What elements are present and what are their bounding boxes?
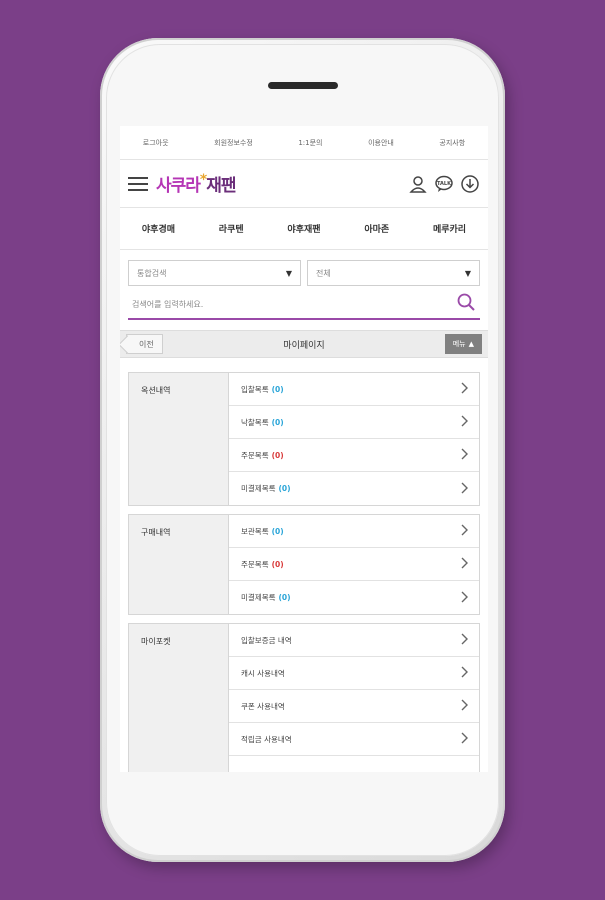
item-label: 미결제목록	[241, 593, 276, 602]
item-count: (0)	[271, 559, 284, 569]
section-label: 구매내역	[129, 515, 229, 614]
talk-icon[interactable]: TALK	[434, 174, 454, 194]
item-label: 미결제목록	[241, 484, 276, 493]
logo-star: *	[199, 172, 207, 188]
caret-up-icon: ▲	[468, 340, 474, 348]
list-item-cash-history[interactable]: 캐시 사용내역	[229, 657, 479, 690]
item-label: 주문목록	[241, 559, 269, 569]
chevron-right-icon	[461, 448, 469, 462]
section-items: 보관목록 (0) 주문목록 (0) 미결제목록 (0)	[229, 515, 479, 614]
page-title-bar: 이전 마이페이지 메뉴 ▲	[120, 330, 488, 358]
section-label: 마이포켓	[129, 624, 229, 772]
search-bar	[128, 290, 480, 320]
app-header: 사쿠라*재팬 TALK	[120, 160, 488, 208]
item-label: 낙찰목록	[241, 417, 269, 427]
item-label: 보관목록	[241, 526, 269, 536]
search-icon[interactable]	[456, 292, 476, 316]
category-tab-rakuten[interactable]: 라쿠텐	[219, 222, 244, 235]
chevron-right-icon	[461, 482, 469, 496]
category-tab-yahoo-auction[interactable]: 야후경매	[142, 222, 175, 235]
list-item[interactable]	[229, 756, 479, 772]
utility-bar: 로그아웃 회원정보수정 1:1문의 이용안내 공지사항	[120, 126, 488, 160]
phone-speaker	[268, 82, 338, 89]
list-item-won-list[interactable]: 낙찰목록 (0)	[229, 406, 479, 439]
item-count: (0)	[278, 593, 291, 602]
menu-button-label: 메뉴	[452, 340, 466, 348]
category-tab-amazon[interactable]: 아마존	[364, 222, 389, 235]
notice-link[interactable]: 공지사항	[439, 138, 465, 148]
search-area: 통합검색 ▼ 전체 ▼	[120, 250, 488, 320]
search-input[interactable]	[132, 299, 456, 309]
search-scope-select[interactable]: 전체 ▼	[307, 260, 480, 286]
chevron-down-icon: ▼	[464, 268, 471, 278]
chevron-right-icon	[461, 557, 469, 571]
item-count: (0)	[278, 484, 291, 493]
chevron-right-icon	[461, 732, 469, 746]
item-label: 캐시 사용내역	[241, 668, 285, 678]
list-item-storage-list[interactable]: 보관목록 (0)	[229, 515, 479, 548]
menu-button[interactable]: 메뉴 ▲	[444, 334, 482, 354]
category-nav: 야후경매 라쿠텐 야후재팬 아마존 메루카리	[120, 208, 488, 250]
brand-logo[interactable]: 사쿠라*재팬	[156, 171, 237, 196]
mypage-sections: 옥션내역 입찰목록 (0) 낙찰목록 (0) 주문목록 (0) 미결제목록 (0…	[120, 358, 488, 772]
item-label: 쿠폰 사용내역	[241, 701, 285, 711]
hamburger-menu-icon[interactable]	[128, 176, 148, 191]
usage-guide-link[interactable]: 이용안내	[368, 138, 394, 148]
item-count: (0)	[271, 450, 284, 460]
chevron-right-icon	[461, 666, 469, 680]
section-my-pocket: 마이포켓 입찰보증금 내역 캐시 사용내역 쿠폰 사용내역 적립금 사용내역	[128, 623, 480, 772]
svg-text:TALK: TALK	[437, 181, 452, 187]
list-item-order-list[interactable]: 주문목록 (0)	[229, 548, 479, 581]
list-item-unpaid-list[interactable]: 미결제목록 (0)	[229, 581, 479, 614]
item-count: (0)	[271, 417, 284, 427]
section-label: 옥션내역	[129, 373, 229, 505]
item-label: 입찰목록	[241, 384, 269, 394]
inquiry-link[interactable]: 1:1문의	[298, 138, 322, 148]
back-button[interactable]: 이전	[126, 334, 163, 354]
user-icon[interactable]	[408, 174, 428, 194]
search-select-row: 통합검색 ▼ 전체 ▼	[128, 260, 480, 286]
list-item-coupon-history[interactable]: 쿠폰 사용내역	[229, 690, 479, 723]
item-label: 적립금 사용내역	[241, 734, 292, 744]
logout-link[interactable]: 로그아웃	[143, 138, 169, 148]
list-item-unpaid-list[interactable]: 미결제목록 (0)	[229, 472, 479, 505]
list-item-bid-list[interactable]: 입찰목록 (0)	[229, 373, 479, 406]
chevron-right-icon	[461, 415, 469, 429]
chevron-right-icon	[461, 382, 469, 396]
list-item-order-list[interactable]: 주문목록 (0)	[229, 439, 479, 472]
chevron-right-icon	[461, 524, 469, 538]
item-count: (0)	[271, 384, 284, 394]
section-auction-history: 옥션내역 입찰목록 (0) 낙찰목록 (0) 주문목록 (0) 미결제목록 (0…	[128, 372, 480, 506]
category-tab-mercari[interactable]: 메루카리	[433, 222, 466, 235]
download-icon[interactable]	[460, 174, 480, 194]
search-scope-value: 전체	[316, 268, 331, 278]
chevron-right-icon	[461, 633, 469, 647]
item-count: (0)	[271, 526, 284, 536]
item-label: 주문목록	[241, 450, 269, 460]
header-icons: TALK	[408, 174, 480, 194]
item-label: 입찰보증금 내역	[241, 635, 292, 645]
search-type-value: 통합검색	[137, 268, 167, 278]
logo-text-2: 재팬	[206, 176, 236, 196]
section-purchase-history: 구매내역 보관목록 (0) 주문목록 (0) 미결제목록 (0)	[128, 514, 480, 615]
list-item-bid-deposit-history[interactable]: 입찰보증금 내역	[229, 624, 479, 657]
chevron-right-icon	[461, 699, 469, 713]
section-items: 입찰보증금 내역 캐시 사용내역 쿠폰 사용내역 적립금 사용내역	[229, 624, 479, 772]
logo-text-1: 사쿠라	[156, 176, 201, 196]
page-title: 마이페이지	[283, 340, 325, 351]
app-screen: 로그아웃 회원정보수정 1:1문의 이용안내 공지사항 사쿠라*재팬 TALK …	[120, 126, 488, 772]
list-item-points-history[interactable]: 적립금 사용내역	[229, 723, 479, 756]
edit-member-info-link[interactable]: 회원정보수정	[214, 138, 253, 148]
category-tab-yahoo-japan[interactable]: 야후재팬	[287, 222, 320, 235]
section-items: 입찰목록 (0) 낙찰목록 (0) 주문목록 (0) 미결제목록 (0)	[229, 373, 479, 505]
chevron-down-icon: ▼	[285, 268, 292, 278]
chevron-right-icon	[461, 591, 469, 605]
search-type-select[interactable]: 통합검색 ▼	[128, 260, 301, 286]
